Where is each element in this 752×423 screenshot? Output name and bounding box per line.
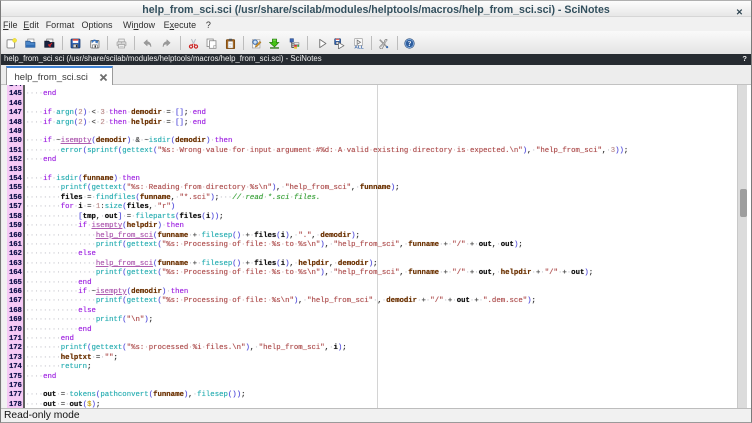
svg-text:ALL: ALL: [354, 45, 363, 49]
svg-text:?: ?: [408, 40, 412, 48]
